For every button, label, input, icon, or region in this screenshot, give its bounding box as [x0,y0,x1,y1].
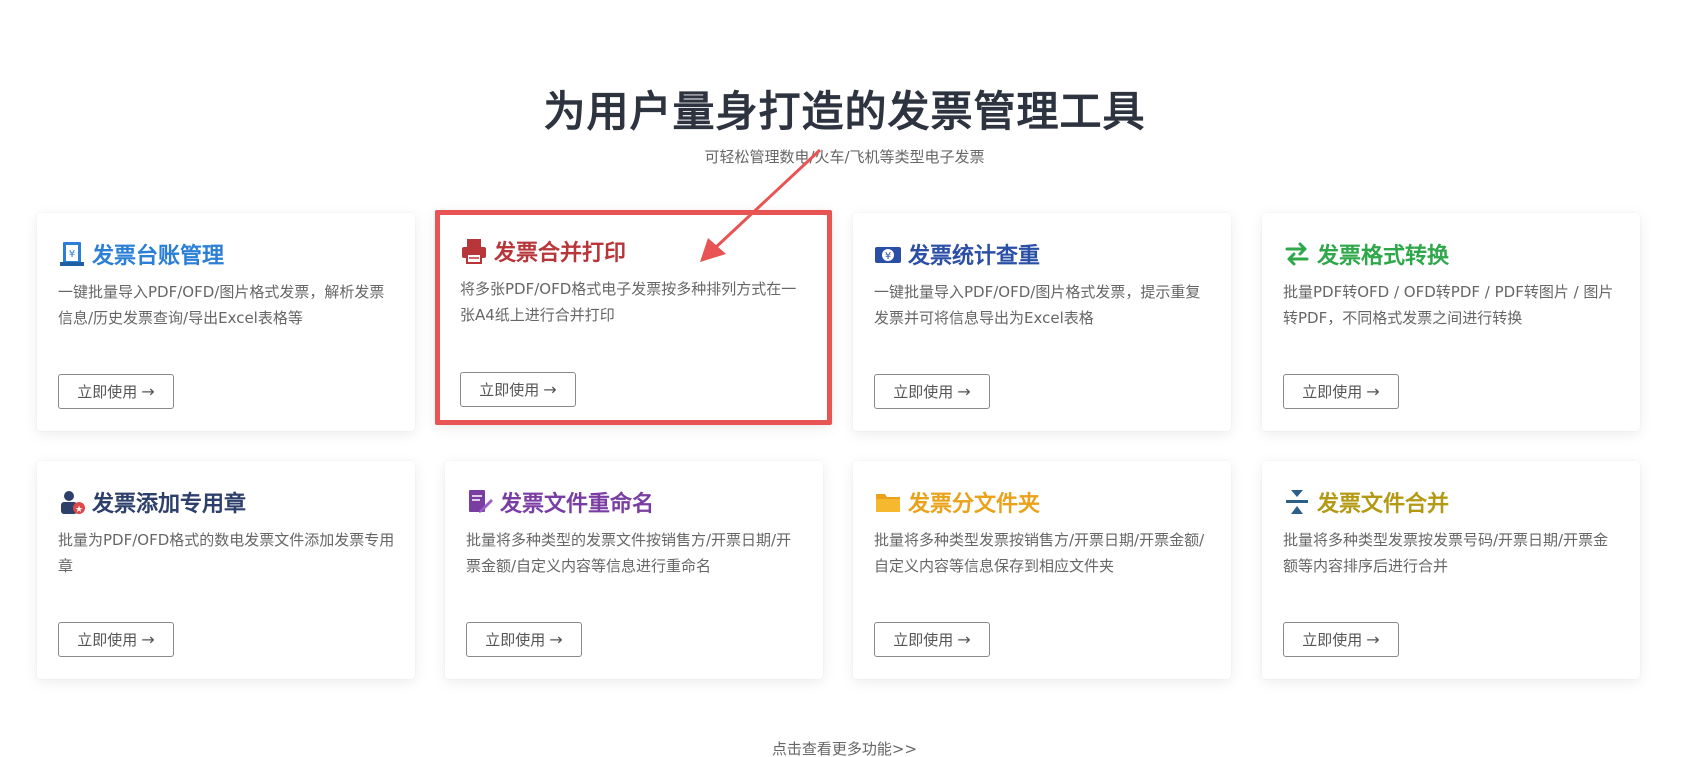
card-statistics: ¥ 发票统计查重 一键批量导入PDF/OFD/图片格式发票，提示重复发票并可将信… [853,213,1231,431]
card-format-convert: 发票格式转换 批量PDF转OFD / OFD转PDF / PDF转图片 / 图片… [1262,213,1640,431]
page-subtitle: 可轻松管理数电/火车/飞机等类型电子发票 [704,148,985,166]
arrow-right-icon: → [1366,630,1380,649]
card-ledger: ¥ 发票台账管理 一键批量导入PDF/OFD/图片格式发票，解析发票信息/历史发… [37,213,415,431]
arrow-right-icon: → [141,630,155,649]
card-rename: 发票文件重命名 批量将多种类型的发票文件按销售方/开票日期/开票金额/自定义内容… [445,461,823,679]
arrow-right-icon: → [141,382,155,401]
button-label: 立即使用 [893,631,954,649]
use-now-button[interactable]: 立即使用 → [874,622,990,657]
use-now-button[interactable]: 立即使用 → [1283,622,1399,657]
arrow-right-icon: → [957,382,971,401]
card-folder: 发票分文件夹 批量将多种类型发票按销售方/开票日期/开票金额/自定义内容等信息保… [853,461,1231,679]
card-title: 发票统计查重 [908,244,1041,269]
card-title: 发票文件合并 [1317,492,1450,517]
button-label: 立即使用 [77,631,138,649]
button-label: 立即使用 [479,381,540,399]
stamp-user-icon: ★ [58,488,86,516]
ticket-yen-icon: ¥ [874,240,902,268]
card-description: 一键批量导入PDF/OFD/图片格式发票，提示重复发票并可将信息导出为Excel… [874,283,1201,327]
card-title: 发票文件重命名 [500,492,655,517]
button-label: 立即使用 [1302,383,1363,401]
card-description: 将多张PDF/OFD格式电子发票按多种排列方式在一张A4纸上进行合并打印 [460,280,797,324]
card-title: 发票格式转换 [1317,244,1450,269]
use-now-button[interactable]: 立即使用 → [58,622,174,657]
card-file-merge: 发票文件合并 批量将多种类型发票按发票号码/开票日期/开票金额等内容排序后进行合… [1262,461,1640,679]
svg-text:¥: ¥ [69,249,75,260]
printer-icon [460,237,488,265]
use-now-button[interactable]: 立即使用 → [466,622,582,657]
card-description: 批量PDF转OFD / OFD转PDF / PDF转图片 / 图片转PDF，不同… [1283,283,1614,327]
card-add-stamp: ★ 发票添加专用章 批量为PDF/OFD格式的数电发票文件添加发票专用章 立即使… [37,461,415,679]
card-title: 发票合并打印 [494,241,627,266]
svg-text:★: ★ [75,505,83,515]
button-label: 立即使用 [893,383,954,401]
more-features-link[interactable]: 点击查看更多功能>> [0,738,1689,757]
card-title: 发票添加专用章 [92,492,247,517]
page-title: 为用户量身打造的发票管理工具 [543,87,1146,136]
swap-icon [1283,240,1311,268]
arrow-right-icon: → [543,380,557,399]
arrow-right-icon: → [1366,382,1380,401]
card-description: 批量将多种类型的发票文件按销售方/开票日期/开票金额/自定义内容等信息进行重命名 [466,531,792,575]
card-description: 一键批量导入PDF/OFD/图片格式发票，解析发票信息/历史发票查询/导出Exc… [58,283,385,327]
rename-icon [466,488,494,516]
card-description: 批量为PDF/OFD格式的数电发票文件添加发票专用章 [58,531,395,575]
button-label: 立即使用 [485,631,546,649]
use-now-button[interactable]: 立即使用 → [1283,374,1399,409]
card-title: 发票台账管理 [92,244,225,269]
use-now-button[interactable]: 立即使用 → [874,374,990,409]
card-title: 发票分文件夹 [908,492,1041,517]
button-label: 立即使用 [1302,631,1363,649]
use-now-button[interactable]: 立即使用 → [460,372,576,407]
card-description: 批量将多种类型发票按销售方/开票日期/开票金额/自定义内容等信息保存到相应文件夹 [874,531,1205,575]
arrow-right-icon: → [549,630,563,649]
use-now-button[interactable]: 立即使用 → [58,374,174,409]
merge-icon [1283,488,1311,516]
folder-icon [874,488,902,516]
svg-text:¥: ¥ [885,251,891,262]
card-description: 批量将多种类型发票按发票号码/开票日期/开票金额等内容排序后进行合并 [1283,531,1609,575]
ledger-icon: ¥ [58,240,86,268]
card-merge-print: 发票合并打印 将多张PDF/OFD格式电子发票按多种排列方式在一张A4纸上进行合… [435,210,832,425]
button-label: 立即使用 [77,383,138,401]
arrow-right-icon: → [957,630,971,649]
